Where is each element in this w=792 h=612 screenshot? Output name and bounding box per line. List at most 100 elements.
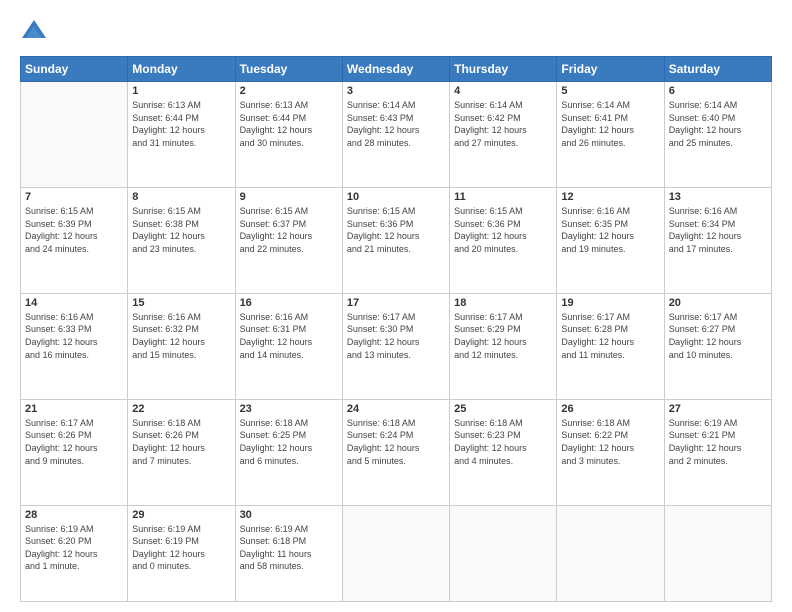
day-info: Sunrise: 6:14 AM Sunset: 6:41 PM Dayligh…: [561, 99, 659, 149]
calendar-cell: 23Sunrise: 6:18 AM Sunset: 6:25 PM Dayli…: [235, 399, 342, 505]
day-number: 24: [347, 403, 445, 415]
day-info: Sunrise: 6:14 AM Sunset: 6:42 PM Dayligh…: [454, 99, 552, 149]
day-number: 29: [132, 509, 230, 521]
day-info: Sunrise: 6:19 AM Sunset: 6:21 PM Dayligh…: [669, 417, 767, 467]
day-number: 22: [132, 403, 230, 415]
calendar-week-row: 21 Sunrise: 6:17 AM Sunset: 6:26 PM Dayli…: [21, 399, 772, 505]
calendar-cell: 7Sunrise: 6:15 AM Sunset: 6:39 PM Daylig…: [21, 187, 128, 293]
calendar-cell: 4 Sunrise: 6:14 AM Sunset: 6:42 PM Daylig…: [450, 82, 557, 188]
page: SundayMondayTuesdayWednesdayThursdayFrid…: [0, 0, 792, 612]
calendar-cell: 8 Sunrise: 6:15 AM Sunset: 6:38 PM Daylig…: [128, 187, 235, 293]
calendar-cell: 29 Sunrise: 6:19 AM Sunset: 6:19 PM Dayli…: [128, 505, 235, 601]
calendar-week-row: 28 Sunrise: 6:19 AM Sunset: 6:20 PM Dayli…: [21, 505, 772, 601]
day-info: Sunrise: 6:16 AM Sunset: 6:31 PM Dayligh…: [240, 311, 338, 361]
day-info: Sunrise: 6:17 AM Sunset: 6:30 PM Dayligh…: [347, 311, 445, 361]
weekday-header-row: SundayMondayTuesdayWednesdayThursdayFrid…: [21, 57, 772, 82]
weekday-header: Sunday: [21, 57, 128, 82]
calendar-cell: 16 Sunrise: 6:16 AM Sunset: 6:31 PM Dayli…: [235, 293, 342, 399]
day-number: 8: [132, 191, 230, 203]
weekday-header: Monday: [128, 57, 235, 82]
calendar-cell: 11 Sunrise: 6:15 AM Sunset: 6:36 PM Dayli…: [450, 187, 557, 293]
day-number: 9: [240, 191, 338, 203]
day-number: 15: [132, 297, 230, 309]
calendar-cell: 20Sunrise: 6:17 AM Sunset: 6:27 PM Dayli…: [664, 293, 771, 399]
weekday-header: Saturday: [664, 57, 771, 82]
calendar-cell: 30 Sunrise: 6:19 AM Sunset: 6:18 PM Dayli…: [235, 505, 342, 601]
day-number: 1: [132, 85, 230, 97]
logo: [20, 18, 52, 46]
weekday-header: Wednesday: [342, 57, 449, 82]
calendar-cell: [21, 82, 128, 188]
calendar-cell: 5 Sunrise: 6:14 AM Sunset: 6:41 PM Daylig…: [557, 82, 664, 188]
calendar-cell: 12 Sunrise: 6:16 AM Sunset: 6:35 PM Dayli…: [557, 187, 664, 293]
calendar-cell: 13 Sunrise: 6:16 AM Sunset: 6:34 PM Dayli…: [664, 187, 771, 293]
day-info: Sunrise: 6:18 AM Sunset: 6:26 PM Dayligh…: [132, 417, 230, 467]
calendar-cell: [342, 505, 449, 601]
day-info: Sunrise: 6:16 AM Sunset: 6:35 PM Dayligh…: [561, 205, 659, 255]
calendar-cell: 14 Sunrise: 6:16 AM Sunset: 6:33 PM Dayli…: [21, 293, 128, 399]
calendar-cell: [557, 505, 664, 601]
day-number: 27: [669, 403, 767, 415]
day-number: 4: [454, 85, 552, 97]
weekday-header: Thursday: [450, 57, 557, 82]
calendar: SundayMondayTuesdayWednesdayThursdayFrid…: [20, 56, 772, 602]
day-number: 30: [240, 509, 338, 521]
day-number: 6: [669, 85, 767, 97]
day-number: 23: [240, 403, 338, 415]
day-info: Sunrise: 6:14 AM Sunset: 6:40 PM Dayligh…: [669, 99, 767, 149]
day-number: 21: [25, 403, 123, 415]
weekday-header: Tuesday: [235, 57, 342, 82]
day-number: 5: [561, 85, 659, 97]
calendar-cell: 10Sunrise: 6:15 AM Sunset: 6:36 PM Dayli…: [342, 187, 449, 293]
calendar-cell: 28 Sunrise: 6:19 AM Sunset: 6:20 PM Dayli…: [21, 505, 128, 601]
day-info: Sunrise: 6:15 AM Sunset: 6:38 PM Dayligh…: [132, 205, 230, 255]
calendar-cell: 21 Sunrise: 6:17 AM Sunset: 6:26 PM Dayli…: [21, 399, 128, 505]
calendar-cell: 18Sunrise: 6:17 AM Sunset: 6:29 PM Dayli…: [450, 293, 557, 399]
calendar-cell: 26 Sunrise: 6:18 AM Sunset: 6:22 PM Dayli…: [557, 399, 664, 505]
calendar-cell: 17 Sunrise: 6:17 AM Sunset: 6:30 PM Dayli…: [342, 293, 449, 399]
day-info: Sunrise: 6:19 AM Sunset: 6:20 PM Dayligh…: [25, 523, 123, 573]
day-info: Sunrise: 6:17 AM Sunset: 6:27 PM Dayligh…: [669, 311, 767, 361]
day-info: Sunrise: 6:16 AM Sunset: 6:32 PM Dayligh…: [132, 311, 230, 361]
calendar-cell: 19Sunrise: 6:17 AM Sunset: 6:28 PM Dayli…: [557, 293, 664, 399]
header: [20, 18, 772, 46]
weekday-header: Friday: [557, 57, 664, 82]
day-number: 25: [454, 403, 552, 415]
calendar-cell: 9Sunrise: 6:15 AM Sunset: 6:37 PM Daylig…: [235, 187, 342, 293]
day-info: Sunrise: 6:16 AM Sunset: 6:33 PM Dayligh…: [25, 311, 123, 361]
day-number: 16: [240, 297, 338, 309]
day-number: 3: [347, 85, 445, 97]
day-info: Sunrise: 6:18 AM Sunset: 6:22 PM Dayligh…: [561, 417, 659, 467]
day-info: Sunrise: 6:18 AM Sunset: 6:23 PM Dayligh…: [454, 417, 552, 467]
day-info: Sunrise: 6:19 AM Sunset: 6:19 PM Dayligh…: [132, 523, 230, 573]
day-number: 28: [25, 509, 123, 521]
calendar-cell: 22 Sunrise: 6:18 AM Sunset: 6:26 PM Dayli…: [128, 399, 235, 505]
day-info: Sunrise: 6:13 AM Sunset: 6:44 PM Dayligh…: [240, 99, 338, 149]
calendar-cell: [450, 505, 557, 601]
day-info: Sunrise: 6:17 AM Sunset: 6:29 PM Dayligh…: [454, 311, 552, 361]
day-info: Sunrise: 6:16 AM Sunset: 6:34 PM Dayligh…: [669, 205, 767, 255]
day-info: Sunrise: 6:14 AM Sunset: 6:43 PM Dayligh…: [347, 99, 445, 149]
calendar-week-row: 7Sunrise: 6:15 AM Sunset: 6:39 PM Daylig…: [21, 187, 772, 293]
day-number: 26: [561, 403, 659, 415]
calendar-cell: 27 Sunrise: 6:19 AM Sunset: 6:21 PM Dayli…: [664, 399, 771, 505]
day-number: 14: [25, 297, 123, 309]
calendar-cell: 6 Sunrise: 6:14 AM Sunset: 6:40 PM Daylig…: [664, 82, 771, 188]
calendar-cell: 3 Sunrise: 6:14 AM Sunset: 6:43 PM Daylig…: [342, 82, 449, 188]
calendar-cell: 24 Sunrise: 6:18 AM Sunset: 6:24 PM Dayli…: [342, 399, 449, 505]
day-info: Sunrise: 6:18 AM Sunset: 6:24 PM Dayligh…: [347, 417, 445, 467]
calendar-cell: 1Sunrise: 6:13 AM Sunset: 6:44 PM Daylig…: [128, 82, 235, 188]
calendar-cell: 2 Sunrise: 6:13 AM Sunset: 6:44 PM Daylig…: [235, 82, 342, 188]
logo-icon: [20, 18, 48, 46]
calendar-week-row: 14 Sunrise: 6:16 AM Sunset: 6:33 PM Dayli…: [21, 293, 772, 399]
day-info: Sunrise: 6:15 AM Sunset: 6:36 PM Dayligh…: [454, 205, 552, 255]
day-number: 2: [240, 85, 338, 97]
day-info: Sunrise: 6:17 AM Sunset: 6:28 PM Dayligh…: [561, 311, 659, 361]
day-number: 11: [454, 191, 552, 203]
day-number: 7: [25, 191, 123, 203]
day-number: 17: [347, 297, 445, 309]
day-number: 12: [561, 191, 659, 203]
day-info: Sunrise: 6:17 AM Sunset: 6:26 PM Dayligh…: [25, 417, 123, 467]
day-info: Sunrise: 6:19 AM Sunset: 6:18 PM Dayligh…: [240, 523, 338, 573]
day-number: 13: [669, 191, 767, 203]
